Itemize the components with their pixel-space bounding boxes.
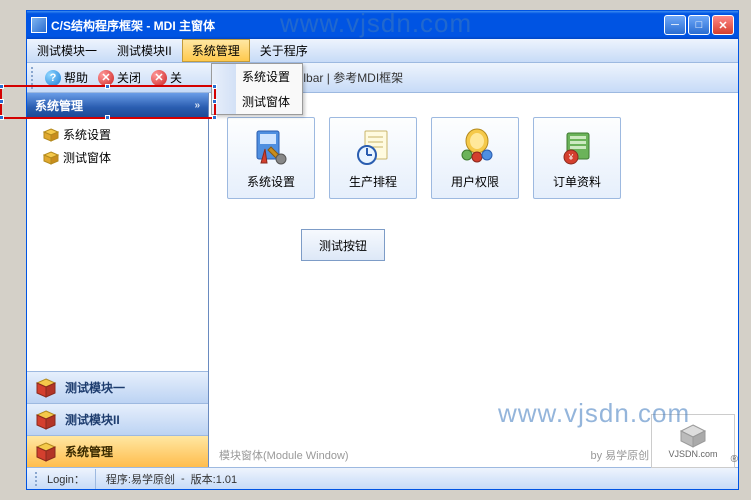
registered-icon: ® [731,454,738,465]
tree-label: 测试窗体 [63,149,111,166]
app-icon [31,17,47,33]
tree-label: 系统设置 [63,126,111,143]
module-label: 测试模块II [65,411,120,428]
test-button[interactable]: 测试按钮 [301,229,385,261]
main-area: 系统设置 生产排程 用户权限 ¥ 订单资料 测试按钮 模块窗体 [209,93,738,467]
tree-item-system-settings[interactable]: 系统设置 [31,123,204,146]
statusbar-grip [35,472,41,486]
menu-dropdown: 系统设置 测试窗体 [211,63,303,115]
mdi-window: C/S结构程序框架 - MDI 主窗体 ─ □ ✕ 测试模块一 测试模块II 系… [26,10,739,490]
help-label: 帮助 [64,69,88,86]
module-label: 系统管理 [65,443,113,460]
minimize-button[interactable]: ─ [664,15,686,35]
dropdown-test-form[interactable]: 测试窗体 [212,89,302,114]
help-icon: ? [45,70,61,86]
nav-module-system-management[interactable]: 系统管理 [27,435,208,467]
statusbar: Login： 程序:易学原创 - 版本:1.01 [27,467,738,489]
menubar: 测试模块一 测试模块II 系统管理 关于程序 系统设置 测试窗体 [27,39,738,63]
close-icon: ✕ [151,70,167,86]
cube-icon [35,441,57,463]
footer-left: 模块窗体(Module Window) [219,447,349,463]
maximize-button[interactable]: □ [688,15,710,35]
schedule-icon [353,127,393,167]
cube-icon [35,409,57,431]
status-program: 程序:易学原创 [106,471,175,487]
users-icon [455,127,495,167]
dropdown-system-settings[interactable]: 系统设置 [212,64,302,89]
card-label: 用户权限 [451,173,499,190]
box-icon [43,151,59,165]
box-icon [43,128,59,142]
menu-test-module-1[interactable]: 测试模块一 [27,39,107,62]
navigation-panel: 系统管理 » 系统设置 测试窗体 测试模块一 [27,93,209,467]
content-area: 系统管理 » 系统设置 测试窗体 测试模块一 [27,93,738,467]
menu-test-module-2[interactable]: 测试模块II [107,39,182,62]
window-title: C/S结构程序框架 - MDI 主窗体 [51,17,664,34]
card-user-permissions[interactable]: 用户权限 [431,117,519,199]
nav-module-2[interactable]: 测试模块II [27,403,208,435]
module-label: 测试模块一 [65,379,125,396]
card-label: 系统设置 [247,173,295,190]
status-login: Login： [47,471,85,487]
close-partial-label: 关 [170,69,182,86]
separator [95,469,96,489]
svg-text:¥: ¥ [568,153,574,162]
card-production-schedule[interactable]: 生产排程 [329,117,417,199]
nav-module-1[interactable]: 测试模块一 [27,371,208,403]
card-label: 生产排程 [349,173,397,190]
menu-about[interactable]: 关于程序 [250,39,318,62]
menu-system-management[interactable]: 系统管理 [182,39,250,62]
card-order-info[interactable]: ¥ 订单资料 [533,117,621,199]
nav-modules: 测试模块一 测试模块II 系统管理 [27,371,208,467]
window-buttons: ─ □ ✕ [664,15,734,35]
highlight-annotation [0,85,216,119]
status-sep: - [181,473,185,485]
card-system-settings[interactable]: 系统设置 [227,117,315,199]
nav-tree: 系统设置 测试窗体 [27,117,208,371]
card-label: 订单资料 [553,173,601,190]
toolbar-tail-text: oolbar | 参考MDI框架 [290,69,403,86]
test-button-label: 测试按钮 [319,237,367,254]
order-icon: ¥ [557,127,597,167]
logo-text: VJSDN.com [668,449,717,459]
tree-item-test-form[interactable]: 测试窗体 [31,146,204,169]
cube-icon [35,377,57,399]
close-label: 关闭 [117,69,141,86]
status-version: 版本:1.01 [191,471,237,487]
close-button[interactable]: ✕ [712,15,734,35]
vjsdn-logo: VJSDN.com ® [651,414,735,468]
titlebar[interactable]: C/S结构程序框架 - MDI 主窗体 ─ □ ✕ [27,11,738,39]
tools-icon [251,127,291,167]
logo-cube-icon [678,423,708,449]
